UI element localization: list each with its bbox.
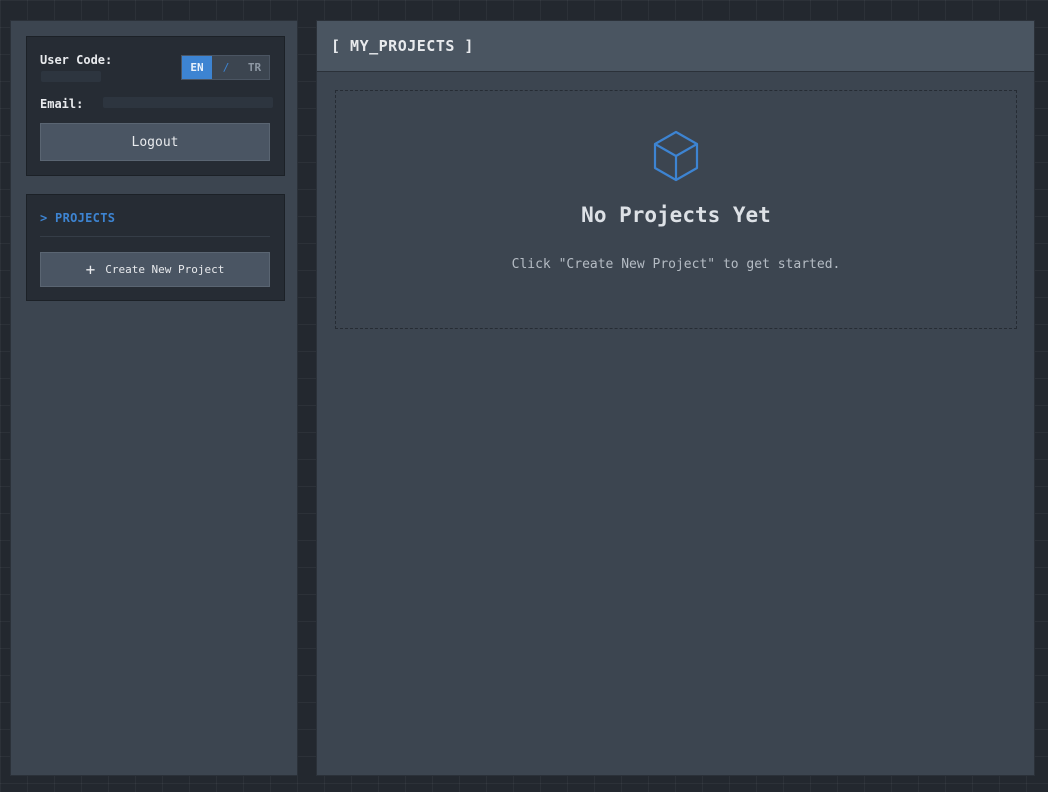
cube-icon <box>653 130 699 182</box>
nav-item-projects[interactable]: > PROJECTS <box>40 211 115 225</box>
nav-divider <box>40 236 270 237</box>
create-project-button[interactable]: + Create New Project <box>40 252 270 287</box>
logout-button[interactable]: Logout <box>40 123 270 161</box>
lang-tr-button[interactable]: TR <box>240 61 269 74</box>
plus-icon: + <box>85 259 96 279</box>
empty-state-title: No Projects Yet <box>581 203 771 227</box>
page-title: [ MY_PROJECTS ] <box>317 21 1034 72</box>
email-label: Email: <box>40 97 84 111</box>
user-code-value-masked <box>41 71 101 82</box>
empty-state-subtitle: Click "Create New Project" to get starte… <box>511 257 841 272</box>
sidebar: User Code: EN / TR Email: Logout > PROJE… <box>10 20 298 776</box>
nav-card: > PROJECTS + Create New Project <box>26 194 285 301</box>
empty-state: No Projects Yet Click "Create New Projec… <box>335 90 1017 329</box>
main-panel: [ MY_PROJECTS ] No Projects Yet Click "C… <box>316 20 1035 776</box>
user-info-card: User Code: EN / TR Email: Logout <box>26 36 285 176</box>
lang-separator: / <box>222 61 230 74</box>
create-project-label: Create New Project <box>105 263 225 276</box>
user-code-label: User Code: <box>40 53 113 67</box>
email-value-masked <box>103 97 273 108</box>
lang-en-button[interactable]: EN <box>182 56 212 79</box>
language-toggle: EN / TR <box>181 55 270 80</box>
